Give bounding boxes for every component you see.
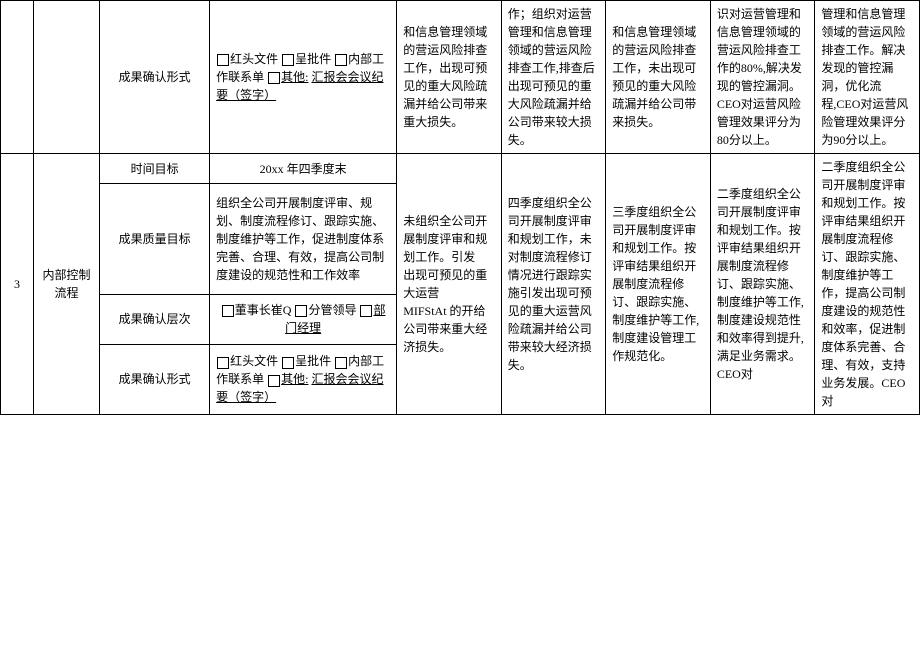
category-cell: 内部控制流程 bbox=[34, 154, 100, 415]
checkbox-icon bbox=[282, 357, 294, 369]
form-label: 成果确认形式 bbox=[100, 344, 210, 414]
cell-c9: 二季度组织全公司开展制度评审和规划工作。按评审结果组织开展制度流程修订、跟踪实施… bbox=[815, 154, 920, 415]
checkbox-icon bbox=[217, 54, 229, 66]
cell-c8: 二季度组织全公司开展制度评审和规划工作。按评审结果组织开展制度流程修订、跟踪实施… bbox=[710, 154, 815, 415]
level-options-cell: 董事长崔Q 分管领导 部门经理 bbox=[210, 294, 397, 344]
checkbox-icon bbox=[295, 305, 307, 317]
option-text: 红头文件 bbox=[230, 52, 278, 66]
cell-c6: 四季度组织全公司开展制度评审和规划工作，未对制度流程修订情况进行跟踪实施引发出现… bbox=[501, 154, 606, 415]
checkbox-icon bbox=[268, 72, 280, 84]
text-part: 未组织全公司开展制度评审和规划工作。引发 bbox=[403, 214, 487, 264]
cell-c9: 管理和信息管理领域的营运风险排查工作。解决发现的管控漏洞，优化流程,CEO对运营… bbox=[815, 1, 920, 154]
checkbox-icon bbox=[360, 305, 372, 317]
text-part: MIFStAt 的开给公司带来重大经济损失。 bbox=[403, 304, 487, 354]
cell-c7: 三季度组织全公司开展制度评审和规划工作。按评审结果组织开展制度流程修订、跟踪实施… bbox=[606, 154, 711, 415]
table-row: 3 内部控制流程 时间目标 20xx 年四季度末 未组织全公司开展制度评审和规划… bbox=[1, 154, 920, 184]
option-text: 分管领导 bbox=[308, 303, 356, 317]
checkbox-icon bbox=[335, 54, 347, 66]
time-label: 时间目标 bbox=[100, 154, 210, 184]
checkbox-icon bbox=[335, 357, 347, 369]
quality-label: 成果质量目标 bbox=[100, 184, 210, 294]
quality-value: 组织全公司开展制度评审、规划、制度流程修订、跟踪实施、制度维护等工作，促进制度体… bbox=[210, 184, 397, 294]
row-number: 3 bbox=[1, 154, 34, 415]
cell-c5: 未组织全公司开展制度评审和规划工作。引发 出现可预见的重大运营 MIFStAt … bbox=[397, 154, 502, 415]
option-text: 呈批件 bbox=[295, 354, 331, 368]
checkbox-icon bbox=[268, 375, 280, 387]
option-text: 董事长崔Q bbox=[235, 303, 292, 317]
form-options-cell: 红头文件 呈批件 内部工作联系单 其他: 汇报会会议纪要（签字） bbox=[210, 344, 397, 414]
cell-c8: 识对运营管理和信息管理领域的营运风险排查工作的80%,解决发现的管控漏洞。CEO… bbox=[710, 1, 815, 154]
cell-c6: 作；组织对运营管理和信息管理领域的营运风险排查工作,排查后出现可预见的重大风险疏… bbox=[501, 1, 606, 154]
form-options-cell: 红头文件 呈批件 内部工作联系单 其他: 汇报会会议纪要（签字） bbox=[210, 1, 397, 154]
checkbox-icon bbox=[282, 54, 294, 66]
assessment-table: 成果确认形式 红头文件 呈批件 内部工作联系单 其他: 汇报会会议纪要（签字） … bbox=[0, 0, 920, 415]
level-label: 成果确认层次 bbox=[100, 294, 210, 344]
cell-c7: 和信息管理领域的营运风险排查工作，未出现可预见的重大风险疏漏并给公司带来损失。 bbox=[606, 1, 711, 154]
checkbox-icon bbox=[222, 305, 234, 317]
option-text: 红头文件 bbox=[230, 354, 278, 368]
table-row: 成果确认形式 红头文件 呈批件 内部工作联系单 其他: 汇报会会议纪要（签字） … bbox=[1, 1, 920, 154]
time-value: 20xx 年四季度末 bbox=[210, 154, 397, 184]
row-label: 成果确认形式 bbox=[100, 1, 210, 154]
cell-c5: 和信息管理领域的营运风险排查工作，出现可预见的重大风险疏漏并给公司带来重大损失。 bbox=[397, 1, 502, 154]
option-text: 其他: bbox=[281, 372, 308, 386]
option-text: 其他: bbox=[281, 70, 308, 84]
text-part: 出现可预见的重大运营 bbox=[403, 268, 487, 300]
checkbox-icon bbox=[217, 357, 229, 369]
option-text: 呈批件 bbox=[295, 52, 331, 66]
blank-cell bbox=[34, 1, 100, 154]
blank-cell bbox=[1, 1, 34, 154]
